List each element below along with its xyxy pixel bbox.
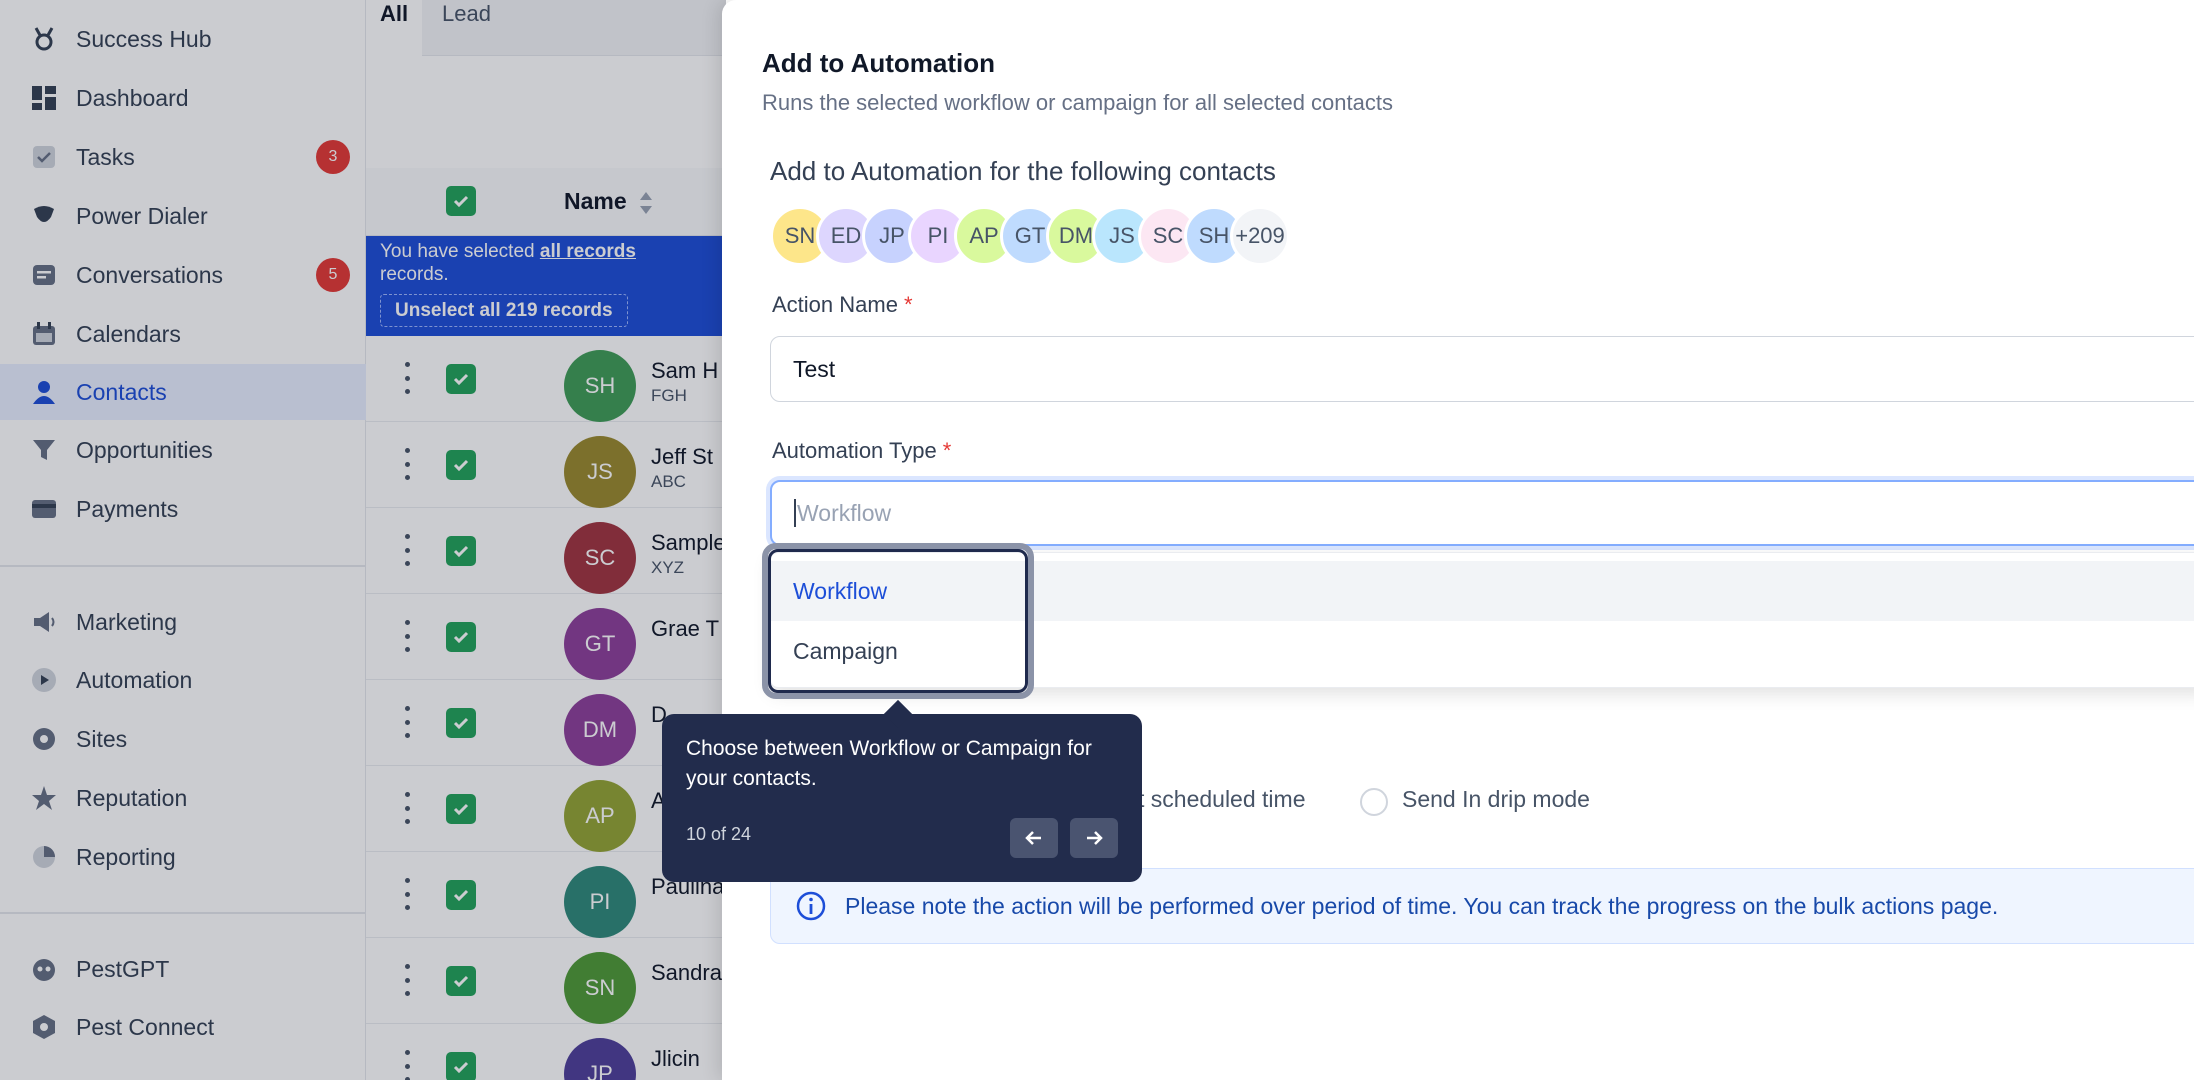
drawer-subtitle: Runs the selected workflow or campaign f… <box>762 90 1393 115</box>
radio-scheduled-label[interactable]: t scheduled time <box>1138 786 1305 813</box>
label-text: Automation Type <box>772 438 937 463</box>
label-text: Action Name <box>772 292 898 317</box>
tooltip-prev-button[interactable] <box>1010 818 1058 858</box>
tooltip-next-button[interactable] <box>1070 818 1118 858</box>
selected-contacts-avatars: SN ED JP PI AP GT DM JS SC SH +209 <box>770 206 1290 266</box>
drawer-title: Add to Automation <box>762 48 995 78</box>
arrow-left-icon <box>1025 831 1041 845</box>
action-name-label: Action Name * <box>772 292 913 318</box>
radio-drip-mode[interactable] <box>1360 788 1388 816</box>
info-text: Please note the action will be performed… <box>845 892 1999 919</box>
tour-highlight-inner <box>768 549 1028 693</box>
info-icon <box>796 891 826 921</box>
text-caret <box>794 499 796 527</box>
radio-drip-label[interactable]: Send In drip mode <box>1402 786 1590 813</box>
automation-type-select[interactable]: Workflow <box>770 480 2194 546</box>
tooltip-text: Choose between Workflow or Campaign for … <box>686 737 1092 790</box>
automation-type-placeholder: Workflow <box>797 499 892 526</box>
tour-tooltip: Choose between Workflow or Campaign for … <box>662 714 1142 882</box>
tooltip-step-counter: 10 of 24 <box>686 824 752 844</box>
contacts-heading: Add to Automation for the following cont… <box>770 156 1276 186</box>
required-mark: * <box>942 438 952 463</box>
action-name-value: Test <box>793 355 836 382</box>
automation-type-label: Automation Type * <box>772 438 951 464</box>
action-name-input[interactable]: Test <box>770 336 2194 402</box>
required-mark: * <box>903 292 913 317</box>
background-overlay[interactable] <box>0 0 726 1080</box>
add-to-automation-drawer: Add to Automation Runs the selected work… <box>722 0 2194 1080</box>
contact-avatar: +209 <box>1230 206 1290 266</box>
arrow-right-icon <box>1087 831 1103 845</box>
